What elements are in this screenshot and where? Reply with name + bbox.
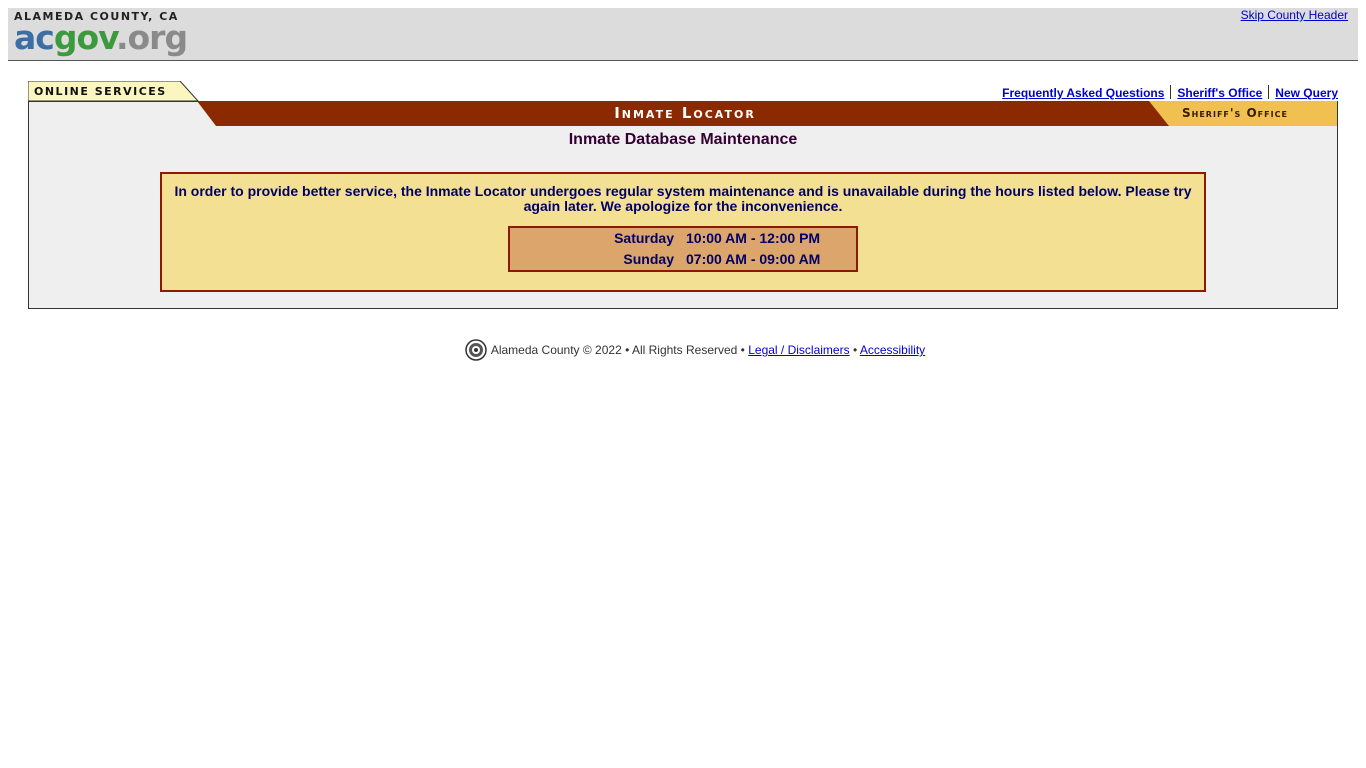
top-nav-links: Frequently Asked Questions Sheriff's Offi… [1002,85,1338,100]
county-seal-icon [465,339,487,361]
banner-title: Inmate Locator [614,104,756,122]
notice-text: In order to provide better service, the … [174,183,1192,214]
link-separator [1170,85,1172,99]
logo-ac: ac [14,18,55,57]
skip-county-header-link[interactable]: Skip County Header [1241,8,1348,22]
maintenance-notice: In order to provide better service, the … [160,172,1206,292]
hours-row: Sunday 07:00 AM - 09:00 AM [510,249,856,269]
logo-domain: acgov.org [14,21,188,54]
page-title: Inmate Database Maintenance [568,131,798,148]
accessibility-link[interactable]: Accessibility [860,343,925,357]
faq-link[interactable]: Frequently Asked Questions [1002,86,1164,100]
link-separator [1268,85,1270,99]
footer-separator: • [852,343,858,357]
hours-day: Sunday [623,251,674,267]
hours-time: 10:00 AM - 12:00 PM [686,230,821,246]
copyright-text: Alameda County © 2022 • All Rights Reser… [490,343,745,357]
county-header: ALAMEDA COUNTY, CA acgov.org Skip County… [8,8,1358,61]
legal-disclaimers-link[interactable]: Legal / Disclaimers [748,343,849,357]
hours-row: Saturday 10:00 AM - 12:00 PM [510,228,856,248]
logo-org: .org [115,18,188,57]
logo-gov: gov [53,18,117,57]
hours-day: Saturday [614,230,674,246]
page-footer: Alameda County © 2022 • All Rights Reser… [0,339,1366,361]
hours-time: 07:00 AM - 09:00 AM [686,251,821,267]
online-services-label: ONLINE SERVICES [34,85,167,98]
new-query-link[interactable]: New Query [1275,86,1338,100]
banner-department: Sheriff's Office [1182,106,1288,120]
acgov-logo[interactable]: ALAMEDA COUNTY, CA acgov.org [14,10,188,54]
maintenance-hours-table: Saturday 10:00 AM - 12:00 PM Sunday 07:0… [508,226,858,272]
online-services-tab[interactable]: ONLINE SERVICES [28,81,228,102]
sheriffs-office-link[interactable]: Sheriff's Office [1177,86,1262,100]
